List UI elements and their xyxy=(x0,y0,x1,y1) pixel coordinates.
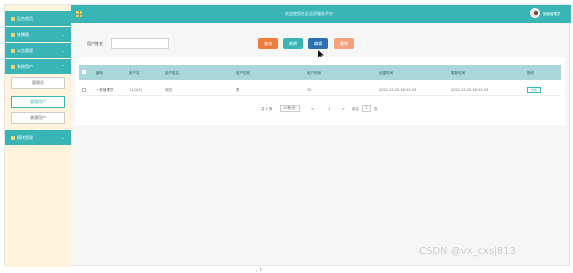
page-title: 欢迎使用社区志愿服务平台 xyxy=(285,11,333,16)
username-label[interactable]: 超级管理员 xyxy=(543,12,561,17)
cell-updated: 2022-12-20 16:12:43 xyxy=(451,88,489,92)
cell-age: 30 xyxy=(307,88,312,92)
sidebar-item-notice[interactable]: 公告管理 ⌄ xyxy=(5,43,71,58)
column-header: 用户年龄 xyxy=(307,71,321,75)
delete-button[interactable]: 删除 xyxy=(334,38,354,49)
current-page[interactable]: 1 xyxy=(328,107,330,111)
sidebar-item-label: 后台首页 xyxy=(17,15,33,21)
add-button[interactable]: 新增 xyxy=(283,38,303,49)
sidebar-item-modules[interactable]: 模块管理 ⌄ xyxy=(5,130,71,145)
sidebar: 后台首页 轮播图 ⌄ 公告管理 ⌄ 系统用户 ⌃ 管理员 管理用户 普通用户 模… xyxy=(5,5,71,267)
top-bar: 欢迎使用社区志愿服务平台 超级管理员 xyxy=(5,5,571,23)
column-header: 操作 xyxy=(527,71,534,75)
table-row: 一般管理员 11(2(3) 测试 男 30 2022-12-20 16:12:4… xyxy=(79,83,561,96)
pagination: 共 1 条 10条/页 < 1 > 前往 1 页 xyxy=(75,105,565,115)
apps-grid-icon[interactable] xyxy=(76,11,82,17)
column-header: 用户名 xyxy=(129,71,140,75)
cell-id: 一般管理员 xyxy=(96,88,114,92)
next-page-button[interactable]: > xyxy=(342,107,345,111)
sidebar-item-system-users[interactable]: 系统用户 ⌃ xyxy=(5,59,71,74)
cell-gender: 男 xyxy=(236,88,240,92)
user-icon xyxy=(11,64,15,69)
column-header: 编号 xyxy=(96,71,103,75)
column-header: 用户姓名 xyxy=(165,71,179,75)
prev-page-button[interactable]: < xyxy=(311,107,314,111)
goto-page-input[interactable]: 1 xyxy=(362,105,371,112)
edit-button[interactable]: 编辑 xyxy=(308,38,328,49)
sidebar-item-label: 系统用户 xyxy=(17,63,33,69)
image-icon xyxy=(11,32,15,37)
column-header: 创建时间 xyxy=(379,71,393,75)
home-icon xyxy=(11,16,15,21)
stray-text: 、) xyxy=(256,267,262,272)
watermark: CSDN @vx_cxsj813 xyxy=(419,246,517,257)
table-header: 编号 用户名 用户姓名 用户性别 用户年龄 创建时间 更新时间 操作 xyxy=(79,65,561,80)
pager-total: 共 1 条 xyxy=(261,107,273,111)
sidebar-item-label: 公告管理 xyxy=(17,47,33,53)
column-header: 更新时间 xyxy=(451,71,465,75)
cell-username: 11(2(3) xyxy=(129,88,143,92)
sidebar-subitem-admin[interactable]: 管理员 xyxy=(11,77,65,89)
goto-label: 前往 xyxy=(352,107,359,111)
row-checkbox[interactable] xyxy=(82,88,86,92)
notice-icon xyxy=(11,48,15,53)
sidebar-item-carousel[interactable]: 轮播图 ⌄ xyxy=(5,27,71,42)
search-button[interactable]: 查询 xyxy=(258,38,278,49)
chevron-down-icon: ⌄ xyxy=(61,135,65,140)
search-label: 用户姓名 xyxy=(87,41,103,46)
chevron-up-icon: ⌃ xyxy=(61,64,65,69)
sidebar-subitem-manage-users[interactable]: 管理用户 xyxy=(11,96,65,108)
avatar[interactable] xyxy=(530,8,540,18)
per-page-select[interactable]: 10条/页 xyxy=(280,105,300,112)
sidebar-subitem-normal-users[interactable]: 普通用户 xyxy=(11,112,65,124)
module-icon xyxy=(11,135,15,140)
chevron-down-icon: ⌄ xyxy=(61,32,65,37)
detail-button[interactable]: 详情 xyxy=(527,87,541,93)
search-input[interactable] xyxy=(111,38,169,49)
chevron-down-icon: ⌄ xyxy=(61,48,65,53)
goto-suffix: 页 xyxy=(374,107,378,111)
cell-created: 2022-12-20 16:12:43 xyxy=(379,88,417,92)
sidebar-item-label: 模块管理 xyxy=(17,134,33,140)
sidebar-item-label: 轮播图 xyxy=(17,31,29,37)
column-header: 用户性别 xyxy=(236,71,250,75)
select-all-checkbox[interactable] xyxy=(82,70,86,74)
app-frame: 欢迎使用社区志愿服务平台 超级管理员 后台首页 轮播图 ⌄ 公告管理 ⌄ 系统用… xyxy=(4,4,571,267)
sidebar-item-home[interactable]: 后台首页 xyxy=(5,11,71,26)
cell-name: 测试 xyxy=(165,88,172,92)
